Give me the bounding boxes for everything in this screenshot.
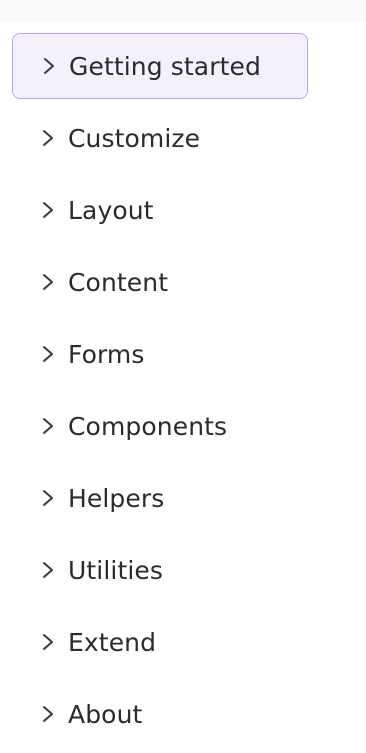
sidebar-item-components[interactable]: Components — [12, 393, 332, 459]
sidebar-item-helpers[interactable]: Helpers — [12, 465, 332, 531]
chevron-right-icon — [38, 632, 58, 652]
chevron-right-icon — [38, 704, 58, 724]
chevron-right-icon — [38, 416, 58, 436]
sidebar-item-label: Helpers — [68, 483, 165, 513]
chevron-right-icon — [38, 200, 58, 220]
sidebar-item-label: Utilities — [68, 555, 163, 585]
sidebar-item-label: Customize — [68, 123, 201, 153]
sidebar-item-label: Extend — [68, 627, 157, 657]
sidebar-item-label: Layout — [68, 195, 154, 225]
sidebar-item-customize[interactable]: Customize — [12, 105, 332, 171]
sidebar-item-label: About — [68, 699, 143, 729]
sidebar-item-extend[interactable]: Extend — [12, 609, 332, 675]
sidebar-item-content[interactable]: Content — [12, 249, 332, 315]
top-strip — [0, 0, 366, 22]
chevron-right-icon — [38, 488, 58, 508]
chevron-right-icon — [39, 56, 59, 76]
sidebar-item-label: Forms — [68, 339, 145, 369]
sidebar-item-about[interactable]: About — [12, 681, 332, 747]
chevron-right-icon — [38, 560, 58, 580]
sidebar-item-utilities[interactable]: Utilities — [12, 537, 332, 603]
sidebar-item-layout[interactable]: Layout — [12, 177, 332, 243]
chevron-right-icon — [38, 272, 58, 292]
sidebar-item-forms[interactable]: Forms — [12, 321, 332, 387]
sidebar-nav: Getting started Customize Layout Content… — [12, 33, 332, 753]
sidebar-item-label: Components — [68, 411, 228, 441]
sidebar-item-label: Getting started — [69, 51, 261, 81]
chevron-right-icon — [38, 344, 58, 364]
sidebar-item-label: Content — [68, 267, 169, 297]
chevron-right-icon — [38, 128, 58, 148]
sidebar-item-getting-started[interactable]: Getting started — [12, 33, 308, 99]
